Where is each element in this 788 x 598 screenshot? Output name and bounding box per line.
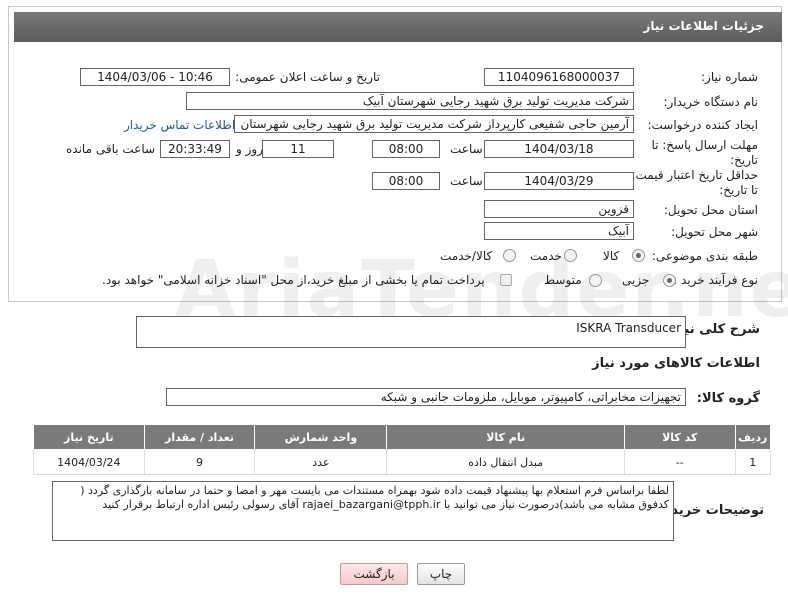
remaining-time-field: 20:33:49 — [160, 140, 230, 158]
cell-code: -- — [623, 449, 736, 475]
remaining-label: ساعت باقی مانده — [66, 142, 156, 156]
deadline-label: مهلت ارسال پاسخ: تا — [651, 138, 758, 152]
table-header-row: ردیف کد کالا نام کالا واحد شمارش تعداد /… — [33, 424, 772, 450]
city-field: آبیک — [484, 222, 634, 240]
process-note: پرداخت تمام یا بخشی از مبلغ خرید،از محل … — [102, 273, 485, 287]
col-name: نام کالا — [386, 424, 625, 450]
cell-unit: عدد — [254, 449, 388, 475]
col-row: ردیف — [734, 424, 772, 450]
buyer-field: شرکت مدیریت تولید برق شهید رجایی شهرستان… — [186, 92, 634, 110]
goods-group-label: گروه کالا: — [696, 391, 760, 406]
treasury-checkbox[interactable] — [500, 274, 512, 286]
goods-group-field: تجهیزات مخابراتی، کامپیوتر، موبایل، ملزو… — [166, 388, 686, 406]
price-date-field: 1404/03/29 — [484, 172, 634, 190]
print-button[interactable]: چاپ — [417, 563, 465, 585]
announce-label: تاریخ و ساعت اعلان عمومی: — [235, 70, 380, 84]
process-option-medium: متوسط — [544, 273, 582, 287]
province-label: استان محل تحویل: — [663, 203, 758, 217]
deadline-label-date: تاریخ: — [730, 153, 758, 167]
buyer-contact-link[interactable]: اطلاعات تماس خریدار — [124, 118, 235, 132]
cell-name: مبدل انتقال داده — [386, 449, 625, 475]
col-code: کد کالا — [623, 424, 736, 450]
days-label: روز و — [236, 142, 263, 156]
price-time-field: 08:00 — [372, 172, 440, 190]
notes-textarea[interactable]: لطفا براساس فرم استعلام بها پیشنهاد قیمت… — [52, 481, 674, 541]
province-field: قزوین — [484, 200, 634, 218]
category-option-goods: کالا — [603, 249, 620, 263]
price-validity-label: حداقل تاریخ اعتبار قیمت: — [631, 168, 758, 182]
need-number-label: شماره نیاز: — [701, 70, 758, 84]
category-label: طبقه بندی موضوعی: — [651, 249, 758, 263]
table-row[interactable]: 1 -- مبدل انتقال داده عدد 9 1404/03/24 — [33, 449, 772, 475]
category-radio-service[interactable] — [564, 249, 577, 262]
days-field: 11 — [262, 140, 334, 158]
process-option-minor: جزیی — [622, 273, 650, 287]
back-button[interactable]: بازگشت — [340, 563, 408, 585]
price-validity-label-date: تا تاریخ: — [719, 183, 758, 197]
category-option-service: خدمت — [530, 249, 562, 263]
category-option-goods-service: کالا/خدمت — [440, 249, 493, 263]
col-unit: واحد شمارش — [254, 424, 388, 450]
announce-field: 1404/03/06 - 10:46 — [80, 68, 230, 86]
col-qty: تعداد / مقدار — [143, 424, 256, 450]
price-hour-label: ساعت — [450, 174, 483, 188]
need-number-field: 1104096168000037 — [484, 68, 634, 86]
process-label: نوع فرآیند خرید : — [673, 273, 758, 287]
creator-field: آرمین حاجی شفیعی کارپرداز شرکت مدیریت تو… — [234, 115, 634, 133]
cell-row: 1 — [734, 449, 772, 475]
deadline-date-field: 1404/03/18 — [484, 140, 634, 158]
cell-qty: 9 — [143, 449, 256, 475]
col-date: تاریخ نیاز — [33, 424, 145, 450]
category-radio-goods-service[interactable] — [503, 249, 516, 262]
buyer-label: نام دستگاه خریدار: — [663, 95, 759, 109]
deadline-time-field: 08:00 — [372, 140, 440, 158]
process-radio-minor[interactable] — [663, 274, 676, 287]
panel-header: جزئیات اطلاعات نیاز — [14, 12, 782, 42]
page-title: جزئیات اطلاعات نیاز — [643, 19, 764, 33]
summary-textarea[interactable]: ISKRA Transducer — [136, 316, 686, 348]
cell-date: 1404/03/24 — [33, 449, 145, 475]
category-radio-goods[interactable] — [632, 249, 645, 262]
deadline-hour-label: ساعت — [450, 142, 483, 156]
city-label: شهر محل تحویل: — [671, 225, 758, 239]
creator-label: ایجاد کننده درخواست: — [647, 118, 758, 132]
items-table: ردیف کد کالا نام کالا واحد شمارش تعداد /… — [33, 424, 772, 475]
goods-info-title: اطلاعات کالاهای مورد نیاز — [592, 356, 760, 371]
process-radio-medium[interactable] — [589, 274, 602, 287]
